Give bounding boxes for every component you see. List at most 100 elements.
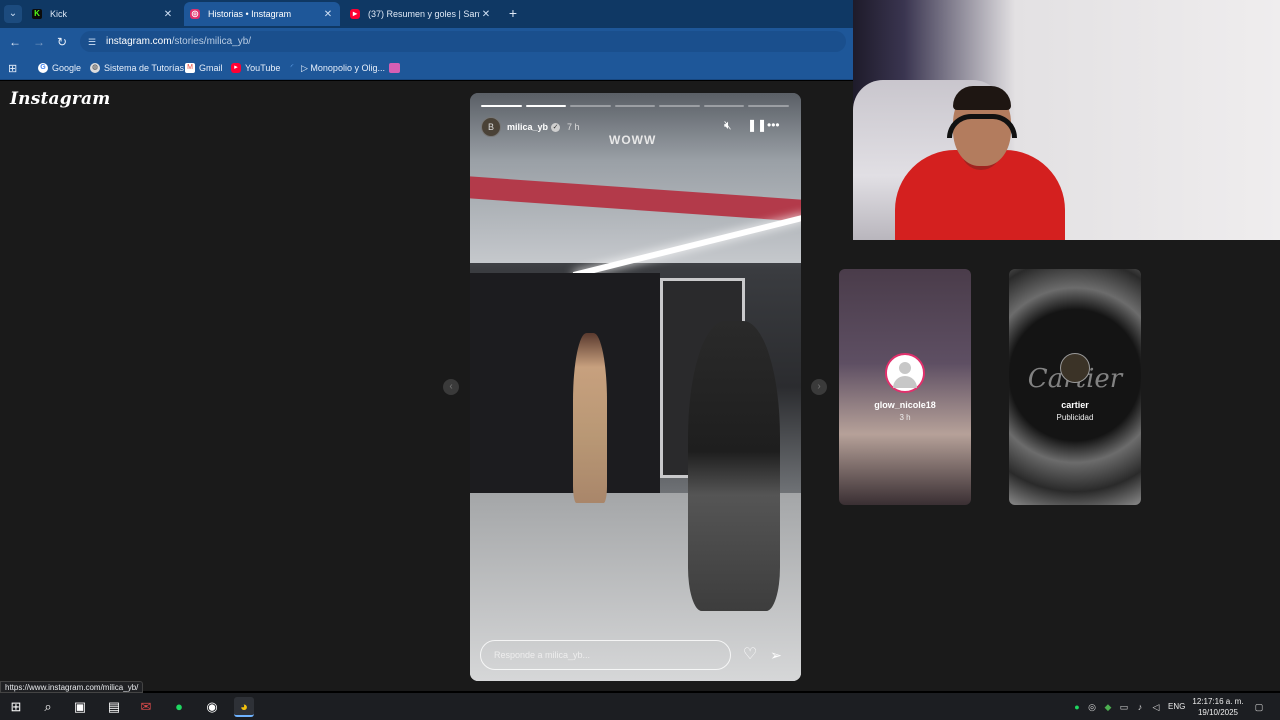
story-viewer[interactable]: B milica_yb ✓ 7 h 🔇︎ ❚❚ ••• WOWW Respond… [470, 93, 801, 681]
progress-segment [570, 105, 611, 107]
avatar [885, 353, 925, 393]
story-username[interactable]: milica_yb [507, 122, 548, 132]
bookmark-google[interactable]: G Google [38, 61, 81, 75]
webcam-person-hair [953, 86, 1011, 110]
url-path: /stories/milica_yb/ [171, 36, 252, 47]
story-timestamp: 7 h [567, 122, 580, 132]
share-send-icon[interactable]: ➢ [766, 645, 786, 665]
instagram-icon: ◎ [190, 9, 200, 19]
apps-icon[interactable]: ⊞ [8, 61, 17, 75]
clock-time: 12:17:16 a. m. [1192, 697, 1244, 706]
globe-icon: ◍ [90, 63, 100, 73]
pause-icon[interactable]: ❚❚ [747, 118, 767, 132]
system-clock[interactable]: 12:17:16 a. m. 19/10/2025 [1186, 696, 1250, 718]
progress-segment [481, 105, 522, 107]
instagram-logo[interactable]: Instagram [10, 89, 110, 109]
windows-start-icon[interactable]: ⊞ [6, 697, 26, 717]
bookmark-youtube[interactable]: ▸ YouTube [231, 61, 280, 75]
youtube-icon: ▸ [231, 63, 241, 73]
progress-segment [525, 105, 567, 107]
tab-title: Kick [50, 9, 68, 19]
clock-date: 19/10/2025 [1197, 708, 1239, 717]
bookmark-icon: ◜ [290, 64, 294, 71]
spotify-icon[interactable]: ● [169, 697, 189, 717]
volume-icon[interactable]: ◁ [1150, 701, 1162, 713]
progress-segment [703, 105, 745, 107]
preview-username: cartier [1061, 400, 1089, 410]
link-status-tooltip: https://www.instagram.com/milica_yb/ [0, 681, 144, 693]
sponsored-label: Publicidad [1056, 413, 1094, 422]
reply-input[interactable]: Responde a milica_yb... [480, 640, 731, 670]
story-preview-glow-nicole18[interactable]: glow_nicole18 3 h [839, 269, 971, 505]
tab-title: (37) Resumen y goles | Santos ... [368, 9, 480, 19]
mute-icon[interactable]: 🔇︎ [724, 118, 732, 133]
tab-kick[interactable]: K Kick ✕ [26, 2, 180, 26]
bookmark-label: ▷ Monopolio y Olig... [301, 62, 385, 73]
mail-icon[interactable]: ✉ [136, 697, 156, 717]
new-tab-button[interactable]: + [505, 5, 521, 21]
like-heart-icon[interactable]: ♡ [740, 645, 760, 665]
story-image-wall [470, 273, 660, 513]
notifications-icon[interactable]: ▢ [1253, 701, 1265, 713]
tab-youtube[interactable]: ▸ (37) Resumen y goles | Santos ... ✕ [344, 2, 498, 26]
microphone-icon[interactable]: ♪ [1134, 701, 1146, 713]
input-language[interactable]: ENG [1168, 702, 1185, 711]
kick-icon: K [32, 9, 42, 19]
preview-time: 3 h [899, 413, 911, 422]
story-image-model [573, 333, 607, 503]
tray-nvidia-icon[interactable]: ◆ [1102, 701, 1114, 713]
bookmark-label: Sistema de Tutorías [104, 63, 185, 73]
tray-monitor-icon[interactable]: ▭ [1118, 701, 1130, 713]
tab-instagram[interactable]: ◎ Historias • Instagram ✕ [184, 2, 340, 26]
tab-title: Historias • Instagram [208, 9, 292, 19]
bookmark-extra[interactable] [389, 61, 404, 75]
bookmarks-bar: ⊞ G Google ◍ Sistema de Tutorías M Gmail… [0, 55, 853, 80]
windows-taskbar: ⊞ ⌕ ▣ ▤ ✉ ● ◉ ◕ ● ◎ ◆ ▭ ♪ ◁ ENG 12:17:16… [0, 693, 1280, 720]
address-bar-row: ← → ↻ ☰ instagram.com/stories/milica_yb/ [0, 28, 853, 55]
bookmark-monopolio[interactable]: ◜ ▷ Monopolio y Olig... [287, 61, 385, 75]
file-explorer-icon[interactable]: ▤ [104, 697, 124, 717]
folder-icon [389, 63, 400, 73]
previous-story-icon[interactable]: ‹ [443, 379, 459, 395]
task-view-icon[interactable]: ▣ [70, 697, 90, 717]
close-icon[interactable]: ✕ [322, 9, 334, 20]
google-icon: G [38, 63, 48, 73]
tab-search-button[interactable]: ⌄ [4, 5, 22, 23]
close-icon[interactable]: ✕ [480, 9, 492, 20]
next-story-icon[interactable]: › [811, 379, 827, 395]
story-caption: WOWW [609, 133, 657, 147]
bookmark-sistema-tutorias[interactable]: ◍ Sistema de Tutorías [90, 61, 184, 75]
progress-segment [748, 105, 790, 107]
reload-icon[interactable]: ↻ [53, 33, 71, 51]
story-preview-cartier[interactable]: Cartier cartier Publicidad [1009, 269, 1141, 505]
tray-app-icon[interactable]: ◎ [1086, 701, 1098, 713]
obs-icon[interactable]: ◉ [202, 697, 222, 717]
search-icon[interactable]: ⌕ [38, 697, 58, 717]
preview-username: glow_nicole18 [874, 400, 936, 410]
close-icon[interactable]: ✕ [162, 9, 174, 20]
youtube-icon: ▸ [350, 9, 360, 19]
avatar[interactable]: B [481, 117, 501, 137]
url-field[interactable]: ☰ instagram.com/stories/milica_yb/ [80, 31, 846, 52]
spotify-tray-icon[interactable]: ● [1071, 701, 1083, 713]
gmail-icon: M [185, 63, 195, 73]
webcam-overlay [853, 0, 1280, 240]
bookmark-gmail[interactable]: M Gmail [185, 61, 223, 75]
site-settings-icon[interactable]: ☰ [88, 37, 98, 47]
chrome-icon[interactable]: ◕ [234, 697, 254, 717]
url-host: instagram.com [106, 36, 172, 47]
verified-badge-icon: ✓ [551, 122, 561, 132]
back-icon[interactable]: ← [6, 33, 24, 51]
bookmark-label: YouTube [245, 63, 281, 73]
bookmark-label: Google [52, 63, 82, 73]
story-progress-bar [481, 105, 790, 107]
more-options-icon[interactable]: ••• [767, 118, 780, 132]
forward-icon[interactable]: → [30, 33, 48, 51]
progress-segment [614, 105, 656, 107]
progress-segment [659, 105, 700, 107]
browser-tab-strip: ⌄ K Kick ✕ ◎ Historias • Instagram ✕ ▸ (… [0, 0, 853, 28]
headset [947, 114, 1017, 138]
bookmark-label: Gmail [199, 63, 223, 73]
avatar [1060, 353, 1090, 383]
story-image-photographer [688, 321, 780, 611]
